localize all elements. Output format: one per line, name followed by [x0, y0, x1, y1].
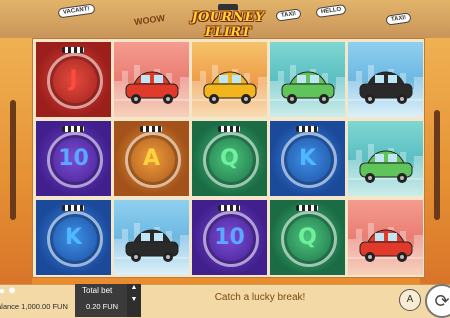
- reel-symbol-yellow-taxi: [192, 42, 267, 117]
- reel-symbol-k: K: [270, 121, 345, 196]
- top-banner: VACANT! WOOW TAXI! HELLO TAXI! JOURNEY F…: [0, 0, 450, 38]
- sign-bubble: WOOW: [133, 12, 166, 28]
- status-message: Catch a lucky break!: [214, 292, 306, 303]
- reel-symbol-10: 10: [192, 200, 267, 275]
- reel-symbol-10: 10: [36, 121, 111, 196]
- reel-symbol-black-cab: [114, 200, 189, 275]
- tuk-tuk-icon: [125, 71, 179, 104]
- reel-symbol-green-beetle: [348, 121, 423, 196]
- gear-icon[interactable]: ✹: [8, 286, 16, 297]
- reel-symbol-tuk-tuk: [114, 42, 189, 117]
- bet-stepper[interactable]: ▲ ▼: [127, 284, 141, 317]
- green-beetle-icon: [359, 150, 413, 183]
- reel-symbol-a: A: [114, 121, 189, 196]
- symbol-letter: 10: [214, 225, 245, 250]
- symbol-letter: A: [142, 146, 161, 171]
- reel-symbol-j: J: [36, 42, 111, 117]
- game-logo: JOURNEY FLIRT: [184, 4, 272, 38]
- reel-symbol-k: K: [36, 200, 111, 275]
- tuk-tuk-icon: [359, 229, 413, 262]
- info-icon[interactable]: ●: [0, 286, 5, 297]
- sign-bubble: TAXI!: [385, 12, 412, 26]
- balance-text: Balance 1,000.00 FUN: [0, 302, 68, 311]
- green-beetle-icon: [281, 71, 335, 104]
- footer-icons: ● ✹: [0, 286, 16, 297]
- autoplay-button[interactable]: A: [399, 289, 421, 311]
- reel-symbol-tuk-tuk: [348, 200, 423, 275]
- symbol-letter: Q: [298, 225, 317, 250]
- reel-symbol-green-beetle: [270, 42, 345, 117]
- reel-symbol-q: Q: [270, 200, 345, 275]
- spin-arrows-icon: ⟳: [434, 291, 450, 311]
- chevron-down-icon[interactable]: ▼: [127, 296, 141, 303]
- symbol-letter: Q: [220, 146, 239, 171]
- black-cab-icon: [359, 71, 413, 104]
- sign-bubble: VACANT!: [57, 3, 96, 19]
- reel-symbol-black-cab: [348, 42, 423, 117]
- logo-text: JOURNEY FLIRT: [191, 10, 265, 38]
- symbol-letter: J: [69, 67, 78, 92]
- total-bet-label: Total bet: [82, 286, 113, 295]
- symbol-letter: K: [298, 146, 317, 171]
- chevron-up-icon[interactable]: ▲: [127, 284, 141, 291]
- yellow-taxi-icon: [203, 71, 257, 104]
- total-bet-value: 0.20 FUN: [86, 302, 119, 311]
- sign-bubble: HELLO: [315, 3, 347, 19]
- reel-symbol-q: Q: [192, 121, 267, 196]
- symbol-letter: K: [64, 225, 83, 250]
- reel-grid: J 10 A Q K K 10 Q: [32, 38, 425, 278]
- sign-bubble: TAXI!: [275, 8, 302, 22]
- black-cab-icon: [125, 229, 179, 262]
- left-backdrop: [0, 30, 32, 285]
- symbol-letter: 10: [58, 146, 89, 171]
